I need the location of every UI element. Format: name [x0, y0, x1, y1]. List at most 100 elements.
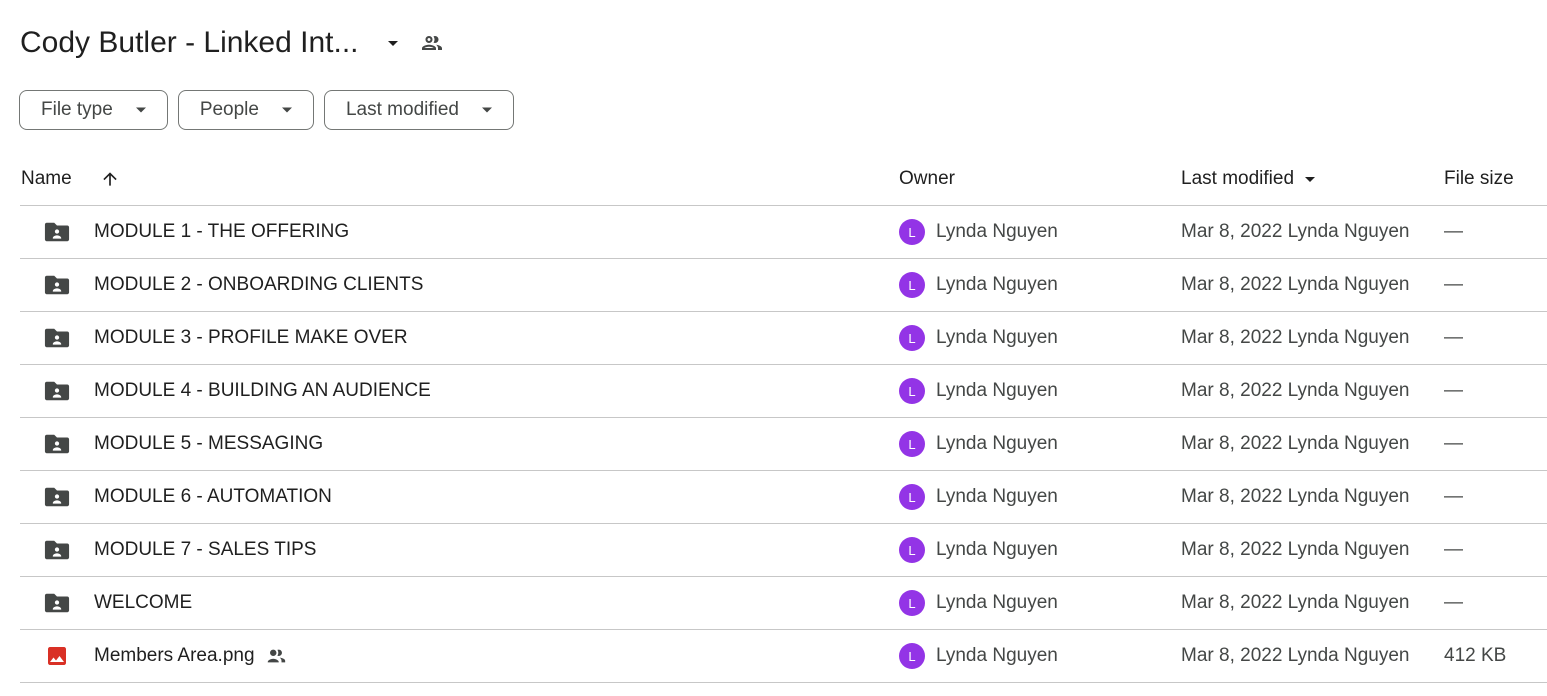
last-modified-cell: Mar 8, 2022 Lynda Nguyen — [1181, 524, 1410, 576]
table-header: Name Owner Last modified File size — [20, 152, 1547, 206]
arrow-drop-down-icon — [1305, 176, 1316, 182]
file-name-cell: MODULE 5 - MESSAGING — [94, 418, 323, 470]
last-modified-cell: Mar 8, 2022 Lynda Nguyen — [1181, 418, 1410, 470]
sort-by-name-button[interactable] — [100, 152, 120, 205]
file-name: MODULE 1 - THE OFFERING — [94, 221, 350, 242]
file-type-icon-cell — [44, 524, 70, 576]
file-name-cell: MODULE 3 - PROFILE MAKE OVER — [94, 312, 408, 364]
avatar: L — [899, 484, 925, 510]
last-modified-filter[interactable]: Last modified — [323, 90, 514, 130]
file-name: MODULE 6 - AUTOMATION — [94, 486, 332, 507]
file-name-cell: MODULE 2 - ONBOARDING CLIENTS — [94, 259, 423, 311]
file-size-cell: — — [1444, 577, 1463, 629]
file-size-value: — — [1444, 327, 1463, 348]
file-name: WELCOME — [94, 592, 193, 613]
file-size-cell: 412 KB — [1444, 630, 1506, 682]
people-filter[interactable]: People — [177, 90, 314, 130]
shared-folder-icon — [44, 275, 70, 295]
arrow-drop-down-icon — [387, 41, 398, 46]
owner-name: Lynda Nguyen — [936, 380, 1058, 401]
avatar: L — [899, 537, 925, 563]
owner-cell: L Lynda Nguyen — [899, 471, 1058, 523]
table-row[interactable]: MODULE 7 - SALES TIPS L Lynda Nguyen Mar… — [20, 524, 1547, 577]
folder-shared-button[interactable] — [417, 28, 447, 58]
owner-name: Lynda Nguyen — [936, 645, 1058, 666]
file-type-icon-cell — [44, 577, 70, 629]
owner-cell: L Lynda Nguyen — [899, 206, 1058, 258]
file-size-value: — — [1444, 486, 1463, 507]
owner-name: Lynda Nguyen — [936, 539, 1058, 560]
avatar: L — [899, 431, 925, 457]
file-size-value: — — [1444, 539, 1463, 560]
file-type-icon-cell — [44, 206, 70, 258]
avatar: L — [899, 643, 925, 669]
arrow-drop-down-icon — [135, 107, 146, 113]
shared-folder-icon — [44, 381, 70, 401]
last-modified-value: Mar 8, 2022 Lynda Nguyen — [1181, 433, 1410, 454]
table-row[interactable]: WELCOME L Lynda Nguyen Mar 8, 2022 Lynda… — [20, 577, 1547, 630]
owner-cell: L Lynda Nguyen — [899, 312, 1058, 364]
file-name-cell: MODULE 4 - BUILDING AN AUDIENCE — [94, 365, 431, 417]
owner-name: Lynda Nguyen — [936, 592, 1058, 613]
table-row[interactable]: MODULE 4 - BUILDING AN AUDIENCE L Lynda … — [20, 365, 1547, 418]
column-header-name[interactable]: Name — [21, 152, 72, 205]
avatar: L — [899, 272, 925, 298]
last-modified-cell: Mar 8, 2022 Lynda Nguyen — [1181, 365, 1410, 417]
owner-cell: L Lynda Nguyen — [899, 577, 1058, 629]
column-header-file-size[interactable]: File size — [1444, 152, 1514, 205]
column-header-last-modified[interactable]: Last modified — [1181, 152, 1322, 205]
last-modified-value: Mar 8, 2022 Lynda Nguyen — [1181, 274, 1410, 295]
table-row[interactable]: MODULE 1 - THE OFFERING L Lynda Nguyen M… — [20, 206, 1547, 259]
file-size-cell: — — [1444, 524, 1463, 576]
last-modified-cell: Mar 8, 2022 Lynda Nguyen — [1181, 630, 1410, 682]
owner-cell: L Lynda Nguyen — [899, 524, 1058, 576]
last-modified-value: Mar 8, 2022 Lynda Nguyen — [1181, 327, 1410, 348]
file-name-cell: MODULE 6 - AUTOMATION — [94, 471, 332, 523]
file-size-cell: — — [1444, 259, 1463, 311]
shared-folder-icon — [44, 593, 70, 613]
last-modified-value: Mar 8, 2022 Lynda Nguyen — [1181, 380, 1410, 401]
file-size-cell: — — [1444, 418, 1463, 470]
arrow-upward-icon — [103, 171, 117, 186]
last-modified-value: Mar 8, 2022 Lynda Nguyen — [1181, 592, 1410, 613]
last-modified-value: Mar 8, 2022 Lynda Nguyen — [1181, 539, 1410, 560]
table-row[interactable]: MODULE 6 - AUTOMATION L Lynda Nguyen Mar… — [20, 471, 1547, 524]
folder-title[interactable]: Cody Butler - Linked Int... — [20, 26, 359, 60]
arrow-drop-down-icon — [281, 107, 292, 113]
file-size-value: — — [1444, 433, 1463, 454]
filter-label: File type — [41, 99, 113, 120]
table-row[interactable]: Members Area.png L Lynda Nguyen Mar 8, 2… — [20, 630, 1547, 683]
file-name: MODULE 3 - PROFILE MAKE OVER — [94, 327, 408, 348]
shared-folder-icon — [44, 328, 70, 348]
file-name-cell: MODULE 1 - THE OFFERING — [94, 206, 349, 258]
file-name-cell: WELCOME — [94, 577, 192, 629]
shared-folder-icon — [44, 487, 70, 507]
file-type-icon-cell — [44, 630, 70, 682]
file-name-cell: MODULE 7 - SALES TIPS — [94, 524, 316, 576]
file-name: MODULE 5 - MESSAGING — [94, 433, 324, 454]
file-name: MODULE 2 - ONBOARDING CLIENTS — [94, 274, 424, 295]
avatar: L — [899, 378, 925, 404]
last-modified-cell: Mar 8, 2022 Lynda Nguyen — [1181, 206, 1410, 258]
file-size-value: — — [1444, 592, 1463, 613]
avatar: L — [899, 219, 925, 245]
file-type-filter[interactable]: File type — [19, 90, 168, 130]
table-row[interactable]: MODULE 3 - PROFILE MAKE OVER L Lynda Ngu… — [20, 312, 1547, 365]
file-list: Name Owner Last modified File size MODUL… — [20, 152, 1547, 683]
arrow-drop-down-icon — [482, 107, 492, 113]
owner-name: Lynda Nguyen — [936, 274, 1058, 295]
file-name: MODULE 4 - BUILDING AN AUDIENCE — [94, 380, 431, 401]
last-modified-value: Mar 8, 2022 Lynda Nguyen — [1181, 221, 1410, 242]
last-modified-value: Mar 8, 2022 Lynda Nguyen — [1181, 486, 1410, 507]
owner-name: Lynda Nguyen — [936, 486, 1058, 507]
shared-folder-icon — [44, 222, 70, 242]
table-row[interactable]: MODULE 5 - MESSAGING L Lynda Nguyen Mar … — [20, 418, 1547, 471]
owner-cell: L Lynda Nguyen — [899, 418, 1058, 470]
column-header-last-modified-label: Last modified — [1181, 167, 1295, 189]
file-type-icon-cell — [44, 418, 70, 470]
column-header-owner[interactable]: Owner — [899, 152, 955, 205]
table-row[interactable]: MODULE 2 - ONBOARDING CLIENTS L Lynda Ng… — [20, 259, 1547, 312]
owner-name: Lynda Nguyen — [936, 433, 1058, 454]
folder-menu-button[interactable] — [379, 29, 407, 57]
file-type-icon-cell — [44, 365, 70, 417]
